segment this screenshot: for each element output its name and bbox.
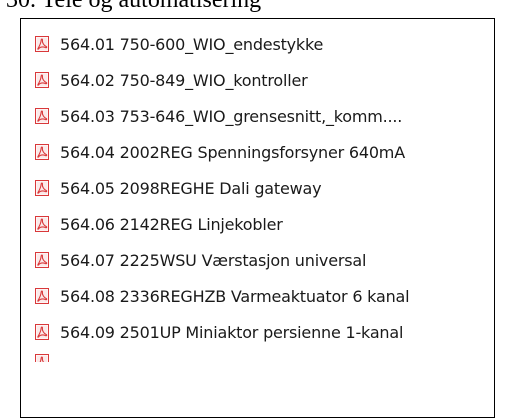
file-name: 564.08 2336REGHZB Varmeaktuator 6 kanal bbox=[60, 286, 410, 306]
file-item[interactable]: 564.06 2142REG Linjekobler bbox=[34, 206, 494, 242]
file-item[interactable]: 564.08 2336REGHZB Varmeaktuator 6 kanal bbox=[34, 278, 494, 314]
pdf-file-icon bbox=[35, 324, 49, 340]
pdf-file-icon bbox=[35, 354, 49, 362]
file-item[interactable]: 564.05 2098REGHE Dali gateway bbox=[34, 170, 494, 206]
pdf-file-icon bbox=[35, 252, 49, 268]
pdf-file-icon bbox=[35, 72, 49, 88]
file-list: 564.01 750-600_WIO_endestykke 564.02 750-… bbox=[34, 26, 494, 362]
pdf-file-icon bbox=[35, 108, 49, 124]
file-item[interactable]: 564.07 2225WSU Værstasjon universal bbox=[34, 242, 494, 278]
pdf-file-icon bbox=[35, 36, 49, 52]
pdf-file-icon bbox=[35, 288, 49, 304]
file-name: 564.01 750-600_WIO_endestykke bbox=[60, 34, 324, 54]
file-name: 564.03 753-646_WIO_grensesnitt,_komm.... bbox=[60, 106, 403, 126]
file-item[interactable]: 564.03 753-646_WIO_grensesnitt,_komm.... bbox=[34, 98, 494, 134]
file-item[interactable]: 564.01 750-600_WIO_endestykke bbox=[34, 26, 494, 62]
page-heading: 30. Tele og automatisering bbox=[6, 0, 262, 13]
file-name: 564.09 2501UP Miniaktor persienne 1-kana… bbox=[60, 322, 404, 342]
file-item[interactable]: 564.09 2501UP Miniaktor persienne 1-kana… bbox=[34, 314, 494, 350]
file-name: 564.07 2225WSU Værstasjon universal bbox=[60, 250, 367, 270]
file-list-panel: 564.01 750-600_WIO_endestykke 564.02 750-… bbox=[20, 18, 495, 418]
file-item[interactable]: 564.02 750-849_WIO_kontroller bbox=[34, 62, 494, 98]
file-name: 564.02 750-849_WIO_kontroller bbox=[60, 70, 308, 90]
file-item[interactable]: 564.04 2002REG Spenningsforsyner 640mA bbox=[34, 134, 494, 170]
pdf-file-icon bbox=[35, 180, 49, 196]
pdf-file-icon bbox=[35, 216, 49, 232]
pdf-file-icon bbox=[35, 144, 49, 160]
file-item-partial[interactable] bbox=[34, 350, 494, 362]
file-name: 564.06 2142REG Linjekobler bbox=[60, 214, 283, 234]
file-name: 564.04 2002REG Spenningsforsyner 640mA bbox=[60, 142, 405, 162]
file-name: 564.05 2098REGHE Dali gateway bbox=[60, 178, 322, 198]
